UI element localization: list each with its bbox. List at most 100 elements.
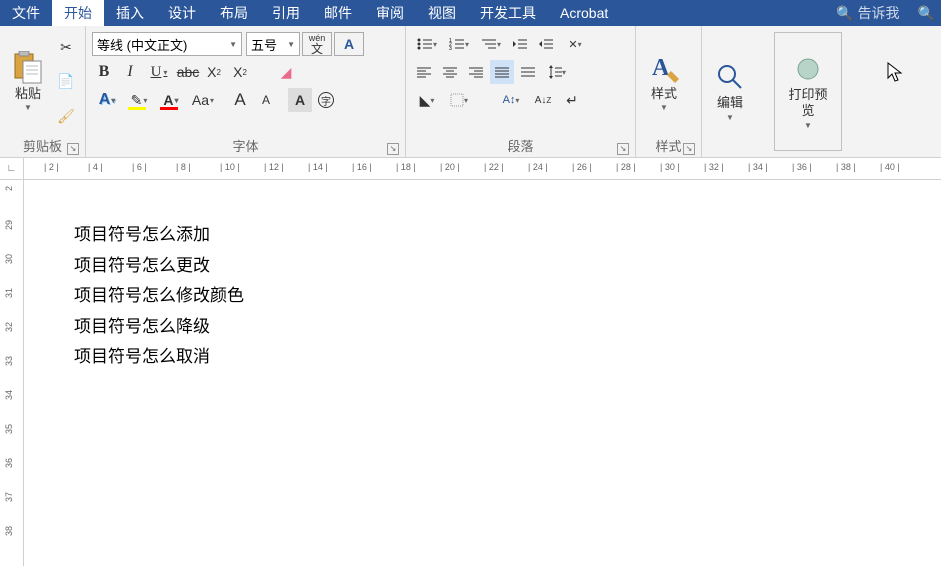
bullets-button[interactable]: ▾ <box>412 32 442 56</box>
ruler-tick: 33 <box>4 356 14 366</box>
highlight-button[interactable]: ✎▾ <box>124 88 154 112</box>
shrink-font-button[interactable]: A <box>254 88 278 112</box>
ruler-tick: 34 <box>4 390 14 400</box>
workspace: 229303132333435363738 项目符号怎么添加 项目符号怎么更改 … <box>0 180 941 566</box>
numbering-button[interactable]: 123▾ <box>444 32 474 56</box>
phonetic-guide-button[interactable]: wén文 <box>302 32 332 56</box>
tab-review[interactable]: 审阅 <box>364 0 416 26</box>
ruler-tick: 2 <box>4 186 14 191</box>
grow-font-button[interactable]: A <box>228 88 252 112</box>
tab-design[interactable]: 设计 <box>156 0 208 26</box>
chevron-down-icon: ▼ <box>660 103 668 112</box>
eraser-icon: ◢ <box>281 64 292 81</box>
ruler-tick: | 24 | <box>528 162 548 172</box>
ruler-tick: | 28 | <box>616 162 636 172</box>
show-marks-button[interactable]: ↵ <box>560 88 584 112</box>
distribute-button[interactable] <box>516 60 540 84</box>
character-shading-button[interactable]: A <box>288 88 312 112</box>
enclose-characters-button[interactable]: 字 <box>314 88 338 112</box>
tab-home[interactable]: 开始 <box>52 0 104 26</box>
group-styles: A 样式 ▼ 样式 ↘ <box>636 26 702 157</box>
document-page[interactable]: 项目符号怎么添加 项目符号怎么更改 项目符号怎么修改颜色 项目符号怎么降级 项目… <box>24 180 941 566</box>
brush-icon: 🖌 <box>57 108 75 125</box>
ruler-tick: | 16 | <box>352 162 372 172</box>
tab-mailings[interactable]: 邮件 <box>312 0 364 26</box>
sort-button[interactable]: A↕▾ <box>496 88 526 112</box>
sort-az-button[interactable]: A↓Z <box>528 88 558 112</box>
search-placeholder: 告诉我 <box>858 3 900 23</box>
superscript-button[interactable]: X2 <box>228 60 252 84</box>
ruler-tick: | 10 | <box>220 162 240 172</box>
ruler-tick: 36 <box>4 458 14 468</box>
ruler-corner: ∟ <box>0 158 24 179</box>
borders-button[interactable]: ▾ <box>444 88 474 112</box>
underline-button[interactable]: U▾ <box>144 60 174 84</box>
find-icon <box>714 61 746 93</box>
text-effects-button[interactable]: A▾ <box>92 88 122 112</box>
subscript-button[interactable]: X2 <box>202 60 226 84</box>
line-spacing-button[interactable]: ▾ <box>542 60 572 84</box>
editing-label: 编辑 <box>717 95 743 111</box>
styles-label: 样式 <box>651 86 677 102</box>
strikethrough-button[interactable]: abc <box>176 60 200 84</box>
align-center-button[interactable] <box>438 60 462 84</box>
paste-button[interactable]: 粘贴 ▼ <box>4 30 52 134</box>
tab-developer[interactable]: 开发工具 <box>468 0 548 26</box>
group-label-paragraph: 段落 <box>507 136 533 155</box>
eraser-button[interactable]: ◢ <box>274 60 298 84</box>
align-left-button[interactable] <box>412 60 436 84</box>
chevron-down-icon: ▼ <box>804 121 812 130</box>
document-line[interactable]: 项目符号怎么修改颜色 <box>74 281 891 312</box>
editing-button[interactable]: 编辑 ▼ <box>706 30 754 153</box>
shading-button[interactable]: ◣▾ <box>412 88 442 112</box>
font-color-button[interactable]: A▾ <box>156 88 186 112</box>
tab-references[interactable]: 引用 <box>260 0 312 26</box>
vertical-ruler[interactable]: 229303132333435363738 <box>0 180 24 566</box>
search-icon-right: 🔍 <box>918 5 935 22</box>
ruler-tick: 32 <box>4 322 14 332</box>
chevron-down-icon: ▼ <box>726 113 734 122</box>
clipboard-launcher[interactable]: ↘ <box>67 143 79 155</box>
document-line[interactable]: 项目符号怎么更改 <box>74 251 891 282</box>
copy-button[interactable]: 📄 <box>54 70 78 94</box>
align-right-button[interactable] <box>464 60 488 84</box>
cut-button[interactable]: ✂ <box>54 35 78 59</box>
font-launcher[interactable]: ↘ <box>387 143 399 155</box>
format-painter-button[interactable]: 🖌 <box>54 105 78 129</box>
asian-layout-button[interactable]: ✕▾ <box>560 32 590 56</box>
tab-layout[interactable]: 布局 <box>208 0 260 26</box>
ruler-tick: | 2 | <box>44 162 59 172</box>
ruler-tick: | 8 | <box>176 162 191 172</box>
group-label-clipboard: 剪贴板 <box>23 136 62 155</box>
justify-button[interactable] <box>490 60 514 84</box>
bold-button[interactable]: B <box>92 60 116 84</box>
horizontal-ruler-bar: ∟ | 2 || 4 || 6 || 8 || 10 || 12 || 14 |… <box>0 158 941 180</box>
decrease-indent-button[interactable] <box>508 32 532 56</box>
tab-file[interactable]: 文件 <box>0 0 52 26</box>
tab-view[interactable]: 视图 <box>416 0 468 26</box>
paragraph-launcher[interactable]: ↘ <box>617 143 629 155</box>
document-line[interactable]: 项目符号怎么取消 <box>74 342 891 373</box>
paste-icon <box>12 52 44 84</box>
svg-text:3: 3 <box>449 46 452 51</box>
increase-indent-button[interactable] <box>534 32 558 56</box>
change-case-button[interactable]: Aa▾ <box>188 88 218 112</box>
print-preview-button[interactable]: 打印预览 ▼ <box>774 32 842 151</box>
character-border-button[interactable]: A <box>334 32 364 56</box>
search-icon: 🔍 <box>836 5 853 22</box>
tell-me-search[interactable]: 🔍 告诉我 🔍 <box>830 0 941 26</box>
multilevel-list-button[interactable]: ▾ <box>476 32 506 56</box>
tab-acrobat[interactable]: Acrobat <box>548 0 620 26</box>
group-print-preview: 打印预览 ▼ <box>768 26 848 157</box>
paint-bucket-icon: ◣ <box>420 92 431 109</box>
document-line[interactable]: 项目符号怎么降级 <box>74 312 891 343</box>
ruler-tick: | 26 | <box>572 162 592 172</box>
font-name-combo[interactable]: 等线 (中文正文)▼ <box>92 32 242 56</box>
tab-insert[interactable]: 插入 <box>104 0 156 26</box>
horizontal-ruler[interactable]: | 2 || 4 || 6 || 8 || 10 || 12 || 14 || … <box>24 158 941 179</box>
italic-button[interactable]: I <box>118 60 142 84</box>
styles-button[interactable]: A 样式 ▼ <box>640 30 688 134</box>
styles-launcher[interactable]: ↘ <box>683 143 695 155</box>
font-size-combo[interactable]: 五号▼ <box>246 32 300 56</box>
document-line[interactable]: 项目符号怎么添加 <box>74 220 891 251</box>
